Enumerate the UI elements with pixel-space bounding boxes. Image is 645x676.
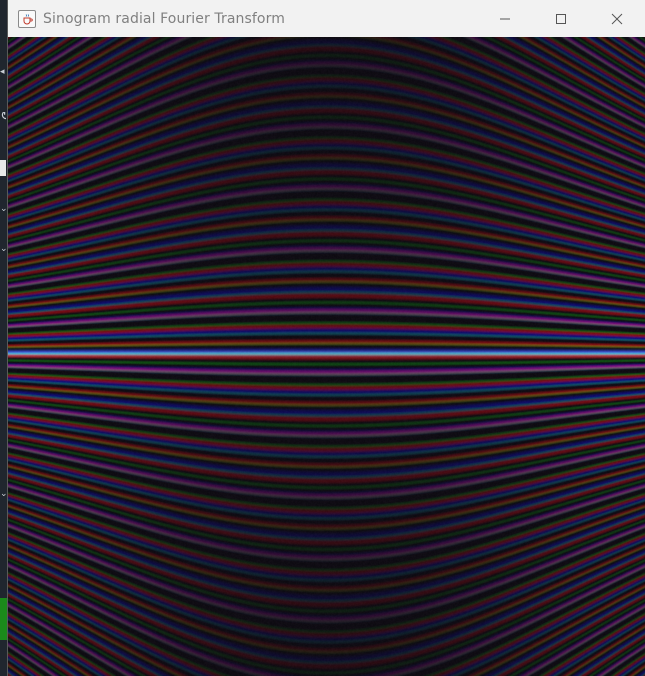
fourier-transform-canvas <box>8 37 645 676</box>
java-cup-icon <box>18 9 36 28</box>
minimize-icon <box>500 18 510 19</box>
background-refresh-icon: ↻ <box>0 112 6 121</box>
background-expand-icon: ⌄ <box>0 245 6 254</box>
close-icon <box>611 13 623 24</box>
background-expand-icon: ⌄ <box>0 205 6 214</box>
title-bar[interactable]: Sinogram radial Fourier Transform <box>8 0 645 37</box>
minimize-button[interactable] <box>477 0 533 37</box>
close-button[interactable] <box>589 0 645 37</box>
background-chevron-icon: ◂ <box>0 68 5 77</box>
maximize-icon <box>556 13 566 24</box>
maximize-button[interactable] <box>533 0 589 37</box>
sinogram-window: Sinogram radial Fourier Transform <box>7 0 645 676</box>
background-panel <box>0 160 6 176</box>
background-expand-icon: ⌄ <box>0 490 6 499</box>
window-title: Sinogram radial Fourier Transform <box>43 10 285 27</box>
fourier-transform-image <box>8 37 645 676</box>
